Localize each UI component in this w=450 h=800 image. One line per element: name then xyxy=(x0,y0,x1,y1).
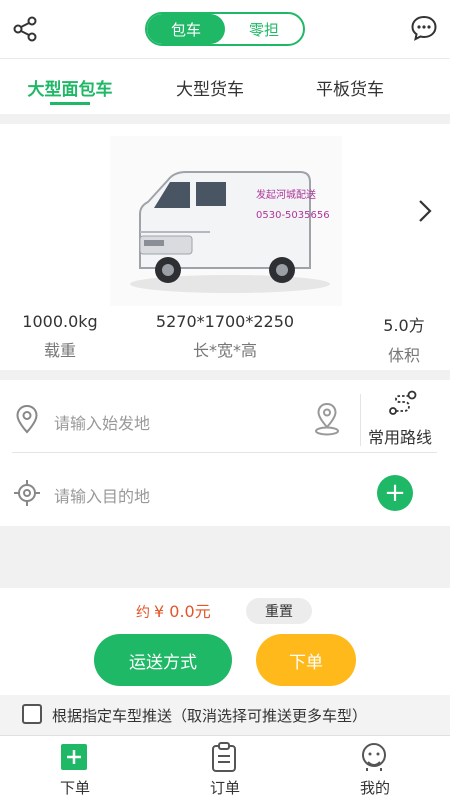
spec-value: 1000.0kg xyxy=(22,312,98,331)
spec-volume: 5.0方 体积 xyxy=(374,312,434,366)
push-checkbox[interactable] xyxy=(22,704,42,724)
origin-input[interactable]: 请输入始发地 xyxy=(54,410,150,434)
spec-value: 5270*1700*2250 xyxy=(155,312,295,331)
crosshair-icon xyxy=(14,480,40,506)
spec-label: 载重 xyxy=(43,341,76,360)
share-icon[interactable] xyxy=(12,16,38,42)
nav-label: 订单 xyxy=(209,779,240,797)
segment-charter[interactable]: 包车 xyxy=(147,14,225,44)
user-face-icon xyxy=(362,743,386,771)
vehicle-type-tabs: 大型面包车 大型货车 平板货车 xyxy=(0,58,450,114)
spec-value: 5.0方 xyxy=(383,316,425,335)
reset-button[interactable]: 重置 xyxy=(246,598,312,624)
chevron-right-icon[interactable] xyxy=(416,198,434,224)
nav-item-orders[interactable]: 订单 xyxy=(150,736,300,800)
destination-input[interactable]: 请输入目的地 xyxy=(54,483,150,507)
tab-large-truck[interactable]: 大型货车 xyxy=(140,59,280,115)
segment-ltl[interactable]: 零担 xyxy=(225,14,303,44)
tab-label: 平板货车 xyxy=(316,79,384,100)
price-prefix: 约 xyxy=(136,605,150,621)
push-option-label[interactable]: 根据指定车型推送（取消选择可推送更多车型） xyxy=(52,705,367,726)
mode-switch: 包车 零担 xyxy=(145,12,305,46)
vertical-divider xyxy=(360,394,361,446)
bottom-nav: 下单 订单 我的 xyxy=(0,735,450,800)
route-icon[interactable] xyxy=(388,390,418,416)
vehicle-type-push-option: 根据指定车型推送（取消选择可推送更多车型） xyxy=(0,695,450,735)
tab-underline xyxy=(50,102,90,105)
van-side-text: 发起河城配送 xyxy=(256,188,316,201)
spec-load: 1000.0kg 载重 xyxy=(18,312,102,361)
horizontal-divider xyxy=(12,452,437,453)
location-pin-icon xyxy=(16,404,38,434)
nav-item-profile[interactable]: 我的 xyxy=(300,736,450,800)
tab-large-van[interactable]: 大型面包车 xyxy=(0,59,140,115)
van-phone-text: 0530-5035656 xyxy=(256,210,330,221)
plus-icon: + xyxy=(384,478,406,508)
common-routes-label[interactable]: 常用路线 xyxy=(368,424,432,448)
spec-dimensions: 5270*1700*2250 长*宽*高 xyxy=(150,312,300,361)
clipboard-icon xyxy=(212,742,236,772)
plus-square-icon xyxy=(61,744,87,770)
add-stop-button[interactable]: + xyxy=(377,475,413,511)
price-estimate: 约 ¥ 0.0元 xyxy=(136,598,211,622)
tab-label: 大型货车 xyxy=(176,79,244,100)
nav-label: 我的 xyxy=(359,779,390,797)
tab-flatbed-truck[interactable]: 平板货车 xyxy=(280,59,420,115)
map-pin-icon[interactable] xyxy=(312,402,342,436)
route-panel: 请输入始发地 常用路线 请输入目的地 + xyxy=(0,380,450,526)
nav-label: 下单 xyxy=(59,779,90,797)
spec-label: 体积 xyxy=(387,346,420,365)
tab-label: 大型面包车 xyxy=(27,79,113,100)
spec-label: 长*宽*高 xyxy=(192,341,257,360)
place-order-button[interactable]: 下单 xyxy=(256,634,356,686)
transport-method-button[interactable]: 运送方式 xyxy=(94,634,232,686)
van-image: 发起河城配送 0530-5035656 xyxy=(110,136,342,306)
top-bar: 包车 零担 xyxy=(0,0,450,58)
price-value: ¥ 0.0元 xyxy=(154,602,211,621)
nav-item-order[interactable]: 下单 xyxy=(0,736,150,800)
chat-icon[interactable] xyxy=(410,14,438,42)
vehicle-card: 发起河城配送 0530-5035656 1000.0kg 载重 5270*170… xyxy=(0,124,450,370)
